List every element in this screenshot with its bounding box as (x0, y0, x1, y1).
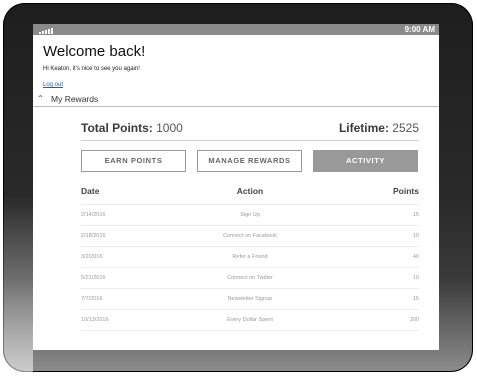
total-points-value: 1000 (156, 121, 183, 135)
table-row: 2/18/2016 Connect on Facebook 10 (81, 226, 419, 247)
tab-manage-rewards[interactable]: MANAGE REWARDS (197, 150, 302, 172)
points-summary: Total Points: 1000 Lifetime: 2525 (81, 116, 419, 141)
logout-link[interactable]: Log out (43, 82, 63, 88)
tab-earn-points[interactable]: EARN POINTS (81, 150, 186, 172)
rewards-tabs: EARN POINTS MANAGE REWARDS ACTIVITY (81, 150, 419, 172)
my-rewards-toggle[interactable]: ⌃ My Rewards (33, 92, 439, 107)
signal-icon (39, 28, 53, 34)
lifetime-points-label: Lifetime: (338, 121, 389, 135)
row-action: Newsletter Signup (227, 296, 273, 302)
column-header-points: Points (393, 186, 419, 196)
greeting-text: Hi Keaton, it's nice to see you again! (43, 66, 140, 72)
row-action: Connect on Facebook (223, 233, 277, 239)
column-header-action: Action (236, 186, 264, 196)
lifetime-points: Lifetime: 2525 (339, 121, 419, 135)
total-points: Total Points: 1000 (81, 121, 183, 135)
row-points: 200 (409, 317, 419, 323)
welcome-heading: Welcome back! (43, 43, 146, 60)
lifetime-points-value: 2525 (392, 121, 419, 135)
chevron-up-icon: ⌃ (37, 94, 44, 103)
row-points: 15 (412, 296, 419, 302)
tab-activity[interactable]: ACTIVITY (313, 150, 418, 172)
my-rewards-label: My Rewards (51, 94, 99, 104)
row-points: 15 (412, 212, 419, 218)
status-bar: 9:00 AM (33, 24, 439, 35)
row-action: Sign Up (240, 212, 260, 218)
row-action: Connect on Twitter (227, 275, 273, 281)
screen: 9:00 AM Welcome back! Hi Keaton, it's ni… (33, 24, 439, 350)
table-header: Date Action Points (81, 182, 419, 205)
table-row: 3/2/2016 Refer a Friend 40 (81, 247, 419, 268)
table-row: 5/21/2016 Connect on Twitter 10 (81, 268, 419, 289)
row-points: 10 (412, 275, 419, 281)
row-action: Every Dollar Spent (227, 317, 273, 323)
total-points-label: Total Points: (81, 121, 153, 135)
table-row: 10/13/2016 Every Dollar Spent 200 (81, 310, 419, 331)
status-time: 9:00 AM (404, 25, 435, 34)
row-points: 40 (412, 254, 419, 260)
table-row: 2/14/2016 Sign Up 15 (81, 205, 419, 226)
activity-table: Date Action Points 2/14/2016 Sign Up 15 … (81, 182, 419, 331)
row-action: Refer a Friend (232, 254, 268, 260)
row-points: 10 (412, 233, 419, 239)
table-row: 7/7/2016 Newsletter Signup 15 (81, 289, 419, 310)
